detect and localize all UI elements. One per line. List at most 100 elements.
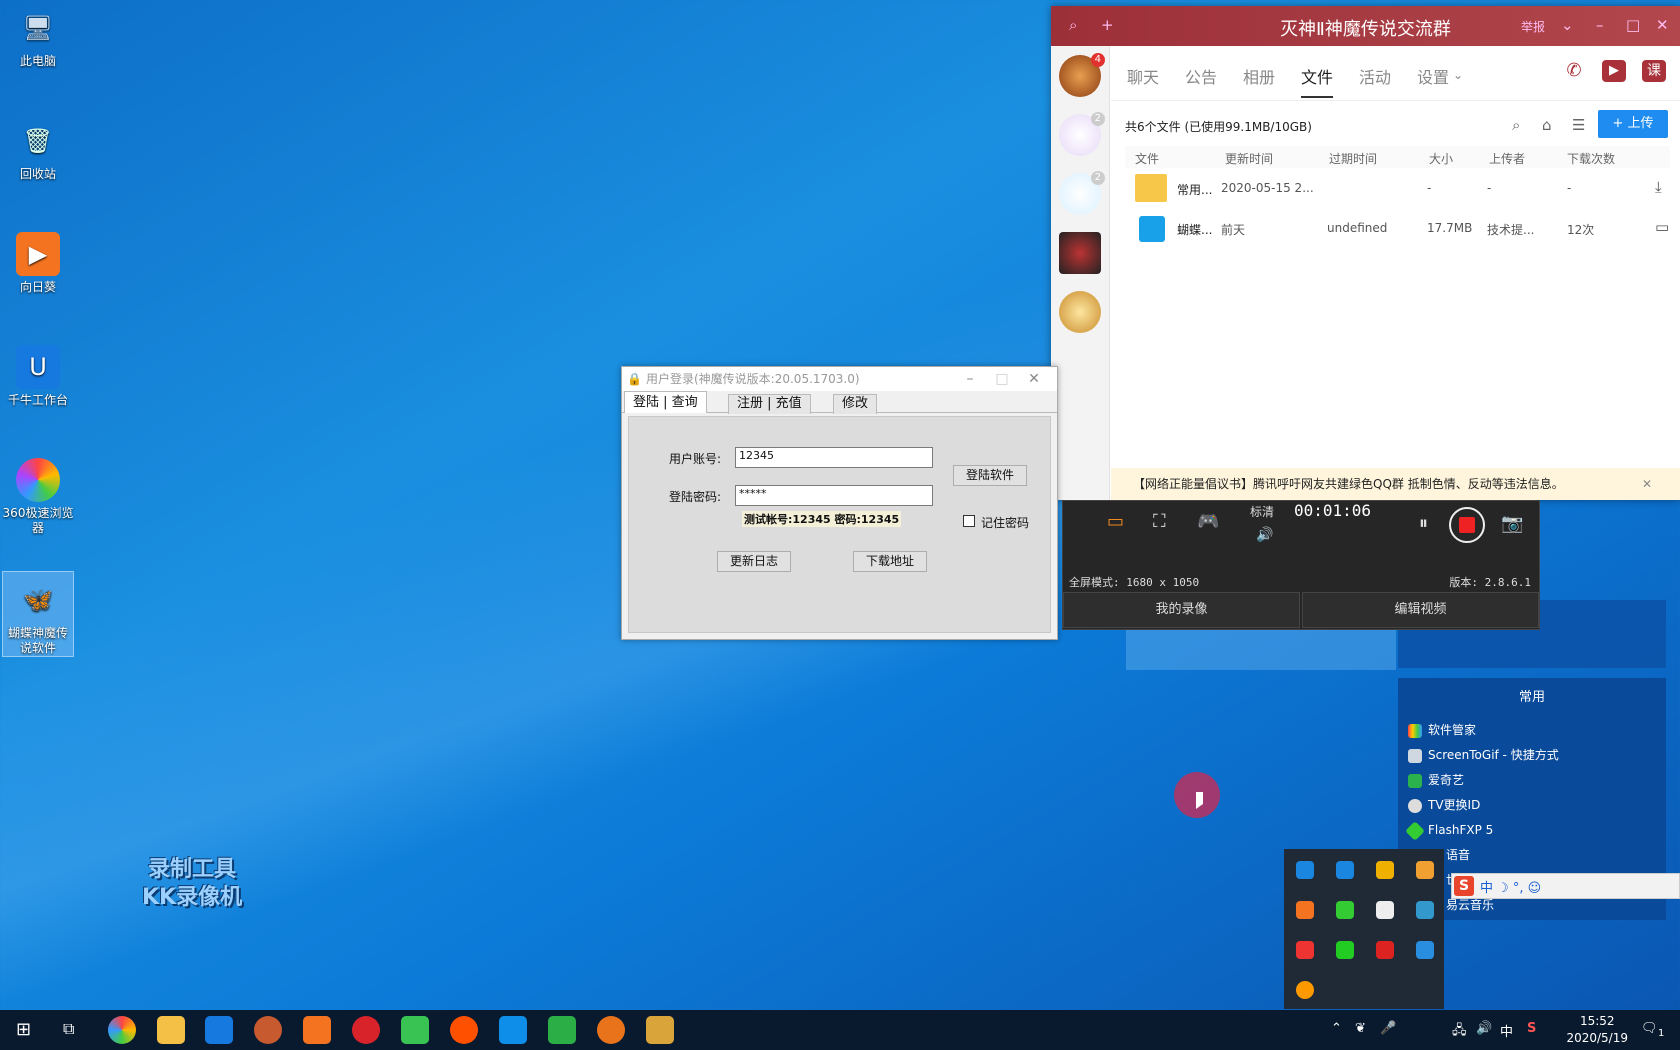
notification-icon[interactable]: 🗨 [1641,1021,1658,1036]
search-icon[interactable]: ⌕ [1512,116,1520,134]
tray-play-icon[interactable] [1336,901,1354,919]
tab-album[interactable]: 相册 [1243,64,1275,88]
file-row[interactable]: 蝴蝶... 前天 undefined 17.7MB 技术提... 12次 ▭ [1125,210,1670,248]
minimize-icon[interactable]: – [1596,16,1604,34]
tray-wechat-icon[interactable] [1336,941,1354,959]
taskbar-clock[interactable]: 15:52 2020/5/19 [1566,1013,1628,1047]
password-input[interactable]: ***** [735,485,933,506]
col-update-time[interactable]: 更新时间 [1225,150,1273,167]
sogou-tray-icon[interactable]: S [1527,1021,1536,1036]
plus-icon[interactable]: + [1101,16,1114,34]
tray-app-icon[interactable] [1336,861,1354,879]
download-icon[interactable]: ⤓ [1655,178,1662,196]
tray-app-icon[interactable] [1296,941,1314,959]
download-button[interactable]: 下载地址 [853,551,927,572]
start-item-software-manager[interactable]: 软件管家 [1398,718,1666,743]
taskbar-netease-icon[interactable] [352,1016,380,1044]
my-recordings-button[interactable]: 我的录像 [1063,592,1300,628]
tab-login-query[interactable]: 登陆 | 查询 [624,391,707,413]
tray-shield-icon[interactable] [1376,861,1394,879]
camera-icon[interactable]: 📷 [1501,513,1523,534]
screen-mode-icon[interactable]: ▭ [1107,511,1124,532]
volume-icon[interactable]: 🔊 [1256,527,1273,543]
start-item-tv-change-id[interactable]: TV更换ID [1398,793,1666,818]
changelog-button[interactable]: 更新日志 [717,551,791,572]
chevron-down-icon[interactable]: ⌄ [1453,68,1463,82]
taskbar-wechat-icon[interactable] [548,1016,576,1044]
desktop-icon-qianniu[interactable]: U 千牛工作台 [2,339,74,408]
edit-video-button[interactable]: 编辑视频 [1302,592,1539,628]
chevron-down-icon[interactable]: ⌄ [1561,16,1574,34]
input-language[interactable]: 中 [1500,1021,1513,1040]
list-view-icon[interactable]: ☰ [1572,116,1585,134]
pause-icon[interactable]: ⏸ [1419,513,1428,534]
taskbar-video-icon[interactable] [401,1016,429,1044]
quality-label[interactable]: 标清 [1250,503,1274,520]
taskbar-sunlogin-icon[interactable] [303,1016,331,1044]
remember-password-label[interactable]: 记住密码 [981,514,1029,531]
desktop-icon-this-pc[interactable]: 🖥 此电脑 [2,0,74,69]
session-avatar[interactable] [1059,232,1101,274]
network-icon[interactable]: 🖧 [1452,1021,1467,1043]
search-icon[interactable]: ⌕ [1069,16,1077,34]
desktop-icon-360-browser[interactable]: 360极速浏览器 [2,452,74,536]
game-mode-icon[interactable]: 🎮 [1197,511,1219,532]
session-avatar[interactable]: 2 [1059,112,1105,156]
tray-app-icon[interactable] [1376,901,1394,919]
desktop-icon-recycle-bin[interactable]: 🗑 回收站 [2,113,74,182]
phone-icon[interactable]: ✆ [1562,60,1586,82]
desktop-icon-sunlogin[interactable]: ▶ 向日葵 [2,226,74,295]
tab-activity[interactable]: 活动 [1359,64,1391,88]
region-mode-icon[interactable]: ⛶ [1153,511,1166,532]
tab-chat[interactable]: 聊天 [1127,64,1159,88]
chevron-up-icon[interactable]: ⌃ [1331,1021,1342,1036]
ime-toolbar[interactable]: S 中 ☽ °, ☺ [1451,873,1680,899]
microphone-icon[interactable]: 🎤 [1380,1021,1396,1036]
tray-app-icon[interactable] [1416,941,1434,959]
close-icon[interactable]: ✕ [1019,367,1049,391]
tab-modify[interactable]: 修改 [833,394,878,414]
speaker-icon[interactable]: 🔊 [1476,1021,1492,1036]
taskbar-explorer-icon[interactable] [157,1016,185,1044]
account-input[interactable]: 12345 [735,447,933,468]
minimize-icon[interactable]: – [955,367,985,391]
stop-record-button[interactable] [1449,507,1485,543]
taskbar-browser-icon[interactable] [108,1016,136,1044]
report-link[interactable]: 举报 [1521,18,1545,35]
desktop-icon-butterfly-app[interactable]: 🦋 蝴蝶神魔传说软件 [2,571,74,657]
maximize-icon[interactable]: □ [1626,16,1640,34]
session-avatar[interactable]: 4 [1059,53,1105,97]
course-button[interactable]: 课 [1642,60,1666,82]
taskbar-recorder-icon[interactable] [597,1016,625,1044]
taskbar-butterfly-icon[interactable] [646,1016,674,1044]
video-icon[interactable]: ▶ [1602,60,1626,82]
tab-files[interactable]: 文件 [1301,64,1334,98]
col-expire[interactable]: 过期时间 [1329,150,1377,167]
tray-app-icon[interactable] [1416,861,1434,879]
windows-start-icon[interactable]: ⊞ [16,1019,31,1040]
taskbar-teamviewer-icon[interactable] [499,1016,527,1044]
upload-button[interactable]: + 上传 [1598,110,1668,138]
tray-butterfly-icon[interactable]: ❦ [1355,1021,1366,1036]
taskbar-taobao-icon[interactable] [450,1016,478,1044]
tray-app-icon[interactable] [1296,981,1314,999]
start-item-screentogif[interactable]: ScreenToGif - 快捷方式 [1398,743,1666,768]
open-folder-icon[interactable]: ▭ [1655,218,1669,236]
inbox-icon[interactable]: ⌂ [1542,116,1552,134]
start-item-flashfxp[interactable]: FlashFXP 5 [1398,818,1666,843]
login-button[interactable]: 登陆软件 [953,465,1027,486]
taskbar-qianniu-icon[interactable] [205,1016,233,1044]
close-icon[interactable]: ✕ [1656,16,1669,34]
start-item-iqiyi[interactable]: 爱奇艺 [1398,768,1666,793]
tab-settings[interactable]: 设置 [1417,64,1449,88]
taskbar-game-icon[interactable] [254,1016,282,1044]
tray-netease-icon[interactable] [1376,941,1394,959]
tray-app-icon[interactable] [1416,901,1434,919]
remember-password-checkbox[interactable] [963,515,975,527]
file-row[interactable]: 常用... 2020-05-15 2... - - - ⤓ [1125,170,1670,208]
col-size[interactable]: 大小 [1429,150,1453,167]
maximize-icon[interactable]: □ [987,367,1017,391]
col-uploader[interactable]: 上传者 [1489,150,1525,167]
col-downloads[interactable]: 下载次数 [1567,150,1615,167]
tab-notice[interactable]: 公告 [1185,64,1217,88]
